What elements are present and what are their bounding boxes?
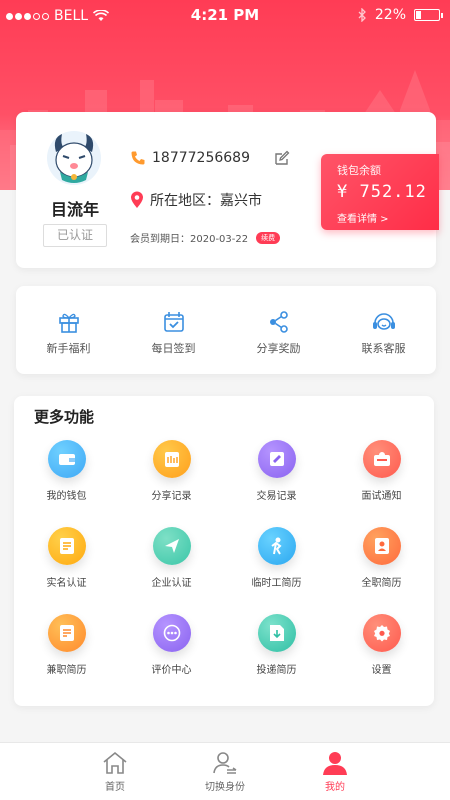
quick-actions-card: 新手福利 每日签到 分享奖励 联系客服 xyxy=(16,286,436,374)
bottom-tab-bar: 首页 切换身份 我的 xyxy=(0,742,450,800)
function-label: 交易记录 xyxy=(256,491,297,502)
interview-icon xyxy=(362,440,401,478)
function-grid: 我的钱包 分享记录 交易记录 面试通知 实名认证 企业认证 临时工简历 全职简历… xyxy=(14,436,434,697)
function-real-name-verify[interactable]: 实名认证 xyxy=(14,523,119,610)
battery-percent: 22% xyxy=(374,7,406,23)
fulltime-resume-icon xyxy=(362,527,401,565)
wallet-icon xyxy=(47,440,86,478)
calendar-check-icon xyxy=(163,312,184,332)
quick-action-customer-service[interactable]: 联系客服 xyxy=(331,286,436,374)
battery-icon xyxy=(414,9,443,21)
quick-action-label: 每日签到 xyxy=(151,342,196,355)
submit-resume-icon xyxy=(257,614,296,652)
function-transaction-record[interactable]: 交易记录 xyxy=(224,436,329,523)
share-icon xyxy=(269,311,288,333)
function-fulltime-resume[interactable]: 全职简历 xyxy=(329,523,434,610)
profile-icon xyxy=(323,752,347,775)
headset-icon xyxy=(372,313,395,330)
function-label: 投递简历 xyxy=(256,665,297,676)
gift-icon xyxy=(58,313,79,333)
tab-home[interactable]: 首页 xyxy=(88,743,143,800)
tab-label: 首页 xyxy=(105,782,125,793)
function-label: 分享记录 xyxy=(151,491,192,502)
function-label: 企业认证 xyxy=(151,578,192,589)
function-settings[interactable]: 设置 xyxy=(329,610,434,697)
review-icon xyxy=(152,614,191,652)
function-submit-resume[interactable]: 投递简历 xyxy=(224,610,329,697)
location-text: 所在地区：嘉兴市 xyxy=(150,193,262,209)
status-bar: BELL 4:21 PM 22% xyxy=(0,0,450,32)
edit-icon[interactable] xyxy=(274,150,290,166)
function-interview-notice[interactable]: 面试通知 xyxy=(329,436,434,523)
user-name: 目流年 xyxy=(50,200,99,219)
phone-icon xyxy=(131,151,145,165)
transaction-icon xyxy=(257,440,296,478)
member-expiry: 会员到期日：2020-03-22 xyxy=(130,234,249,245)
wallet-title: 钱包余额 xyxy=(337,164,381,177)
location-pin-icon xyxy=(131,191,143,208)
parttime-resume-icon xyxy=(47,614,86,652)
function-my-wallet[interactable]: 我的钱包 xyxy=(14,436,119,523)
function-enterprise-verify[interactable]: 企业认证 xyxy=(119,523,224,610)
quick-action-newbie-welfare[interactable]: 新手福利 xyxy=(16,286,121,374)
bluetooth-icon xyxy=(358,8,366,22)
tab-label: 我的 xyxy=(325,782,345,793)
enterprise-verify-icon xyxy=(152,527,191,565)
location-row: 所在地区：嘉兴市 xyxy=(130,190,262,210)
share-record-icon xyxy=(152,440,191,478)
function-label: 临时工简历 xyxy=(251,578,302,589)
function-parttime-resume[interactable]: 兼职简历 xyxy=(14,610,119,697)
quick-action-share-reward[interactable]: 分享奖励 xyxy=(226,286,331,374)
function-review-center[interactable]: 评价中心 xyxy=(119,610,224,697)
function-label: 评价中心 xyxy=(151,665,192,676)
function-label: 设置 xyxy=(371,665,392,676)
function-label: 全职简历 xyxy=(361,578,402,589)
quick-action-label: 联系客服 xyxy=(361,342,406,355)
wallet-amount: ¥ 752.12 xyxy=(337,182,427,202)
verified-badge: 已认证 xyxy=(43,224,107,247)
quick-action-daily-checkin[interactable]: 每日签到 xyxy=(121,286,226,374)
switch-identity-icon xyxy=(213,752,237,774)
renew-button[interactable]: 续费 xyxy=(256,231,281,244)
function-label: 我的钱包 xyxy=(46,491,87,502)
phone-number: 18777256689 xyxy=(152,150,250,166)
function-label: 面试通知 xyxy=(361,491,402,502)
tab-mine[interactable]: 我的 xyxy=(308,743,363,800)
avatar[interactable] xyxy=(46,130,102,186)
function-share-record[interactable]: 分享记录 xyxy=(119,436,224,523)
tab-switch-identity[interactable]: 切换身份 xyxy=(198,743,253,800)
quick-action-label: 新手福利 xyxy=(46,342,91,355)
wallet-details-link[interactable]: 查看详情 > xyxy=(337,210,389,225)
more-functions-card: 更多功能 我的钱包 分享记录 交易记录 面试通知 实名认证 企业认证 临时工简历… xyxy=(14,396,434,706)
temp-resume-icon xyxy=(257,527,296,565)
function-label: 兼职简历 xyxy=(46,665,87,676)
function-label: 实名认证 xyxy=(46,578,87,589)
membership-row: 会员到期日：2020-03-22 续费 xyxy=(130,230,281,245)
function-temp-resume[interactable]: 临时工简历 xyxy=(224,523,329,610)
id-verify-icon xyxy=(47,527,86,565)
section-title: 更多功能 xyxy=(34,408,95,426)
tab-label: 切换身份 xyxy=(205,782,245,793)
wallet-balance-card[interactable]: 钱包余额 ¥ 752.12 查看详情 > xyxy=(321,154,439,230)
home-icon xyxy=(103,751,127,774)
settings-icon xyxy=(362,614,401,652)
quick-action-label: 分享奖励 xyxy=(256,342,301,355)
phone-row: 18777256689 xyxy=(130,150,290,166)
